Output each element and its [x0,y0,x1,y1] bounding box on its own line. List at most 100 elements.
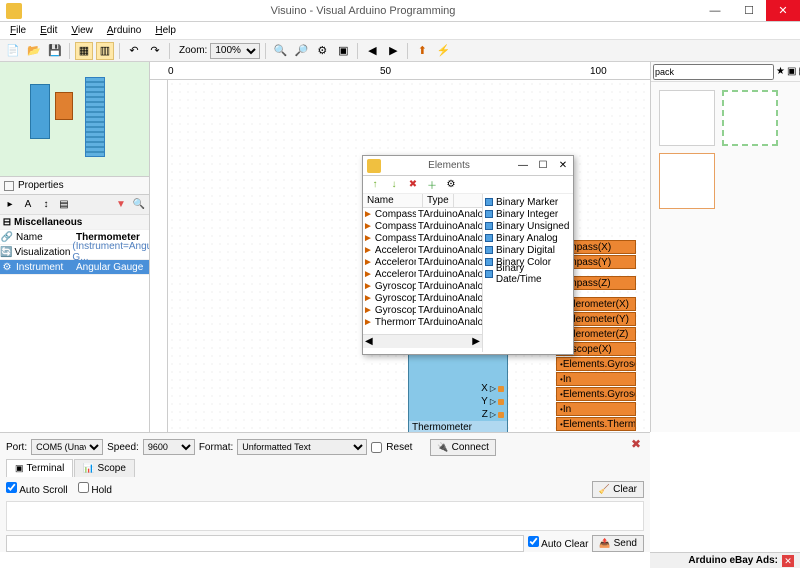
property-category[interactable]: ⊟Miscellaneous [0,215,149,230]
terminal-close-icon[interactable]: ✖ [628,437,644,453]
tree-item[interactable]: Binary Digital [485,244,571,256]
nav-right-icon[interactable]: ▶ [384,42,402,60]
elem-config-icon[interactable]: ⚙ [443,177,459,193]
upload-icon[interactable]: ⬆ [413,42,431,60]
nav-left-icon[interactable]: ◀ [363,42,381,60]
new-icon[interactable]: 📄 [4,42,22,60]
port-select[interactable]: COM5 (Unav [31,439,103,455]
clear-button[interactable]: 🧹 Clear [592,481,644,498]
elements-row[interactable]: ►Compass(X)TArduinoAnalogBi [363,208,482,220]
elements-row[interactable]: ►Compass(Z)TArduinoAnalogBi [363,232,482,244]
right-toolbar: ★ ▣ ▤ ▥ [651,62,800,82]
tree-item[interactable]: Binary Date/Time [485,268,571,280]
hold-option[interactable]: Hold [78,482,112,496]
output-pin[interactable]: •Elements.Gyroscope(Z) [556,387,636,401]
pin-z[interactable]: Z ▷ [409,408,507,421]
elements-row[interactable]: ►Compass(Y)TArduinoAnalogBi [363,220,482,232]
elements-row[interactable]: ►Gyroscope(X)TArduinoAnalogBi [363,280,482,292]
props-search-icon[interactable]: 🔍 [131,197,147,213]
tab-scope[interactable]: 📊 Scope [74,459,135,477]
settings-icon[interactable]: ⚙ [313,42,331,60]
toggle-a-icon[interactable]: ▦ [75,42,93,60]
tree-item[interactable]: Binary Marker [485,196,571,208]
autoclear-checkbox[interactable] [528,536,539,547]
props-b-icon[interactable]: ↕ [38,197,54,213]
zoomout-icon[interactable]: 🔎 [292,42,310,60]
output-pin[interactable]: •In [556,402,636,416]
props-filter-icon[interactable]: ▼ [113,197,129,213]
undo-icon[interactable]: ↶ [125,42,143,60]
elem-delete-icon[interactable]: ✖ [405,177,421,193]
preview-thumbnail[interactable] [0,62,149,177]
elements-row[interactable]: ►Gyroscope(Y)TArduinoAnalogBi [363,292,482,304]
pin-x[interactable]: X ▷ [409,382,507,395]
palette-search[interactable] [653,64,774,80]
elements-row[interactable]: ►Accelerometer(X)TArduinoAnalogBi [363,244,482,256]
menu-edit[interactable]: Edit [34,24,63,37]
save-icon[interactable]: 💾 [46,42,64,60]
hold-checkbox[interactable] [78,482,89,493]
props-expand-icon[interactable]: ▸ [2,197,18,213]
menu-view[interactable]: View [65,24,99,37]
send-button[interactable]: 📤 Send [592,535,644,552]
elements-close[interactable]: ✕ [553,160,573,171]
col-name[interactable]: Name [363,194,423,207]
menu-arduino[interactable]: Arduino [101,24,147,37]
tab-terminal[interactable]: ▣ Terminal [6,459,73,477]
output-pin[interactable]: •Elements.Gyroscope(Y) [556,357,636,371]
close-button[interactable]: ✕ [766,0,800,21]
elements-titlebar[interactable]: Elements — ☐ ✕ [363,156,573,176]
elements-row[interactable]: ►Accelerometer(Z)TArduinoAnalogBi [363,268,482,280]
props-a-icon[interactable]: A [20,197,36,213]
connect-button[interactable]: 🔌 Connect [430,439,495,456]
terminal-output[interactable] [6,501,644,531]
col-type[interactable]: Type [423,194,454,207]
property-row-selected[interactable]: ⚙ Instrument Angular Gauge [0,260,149,275]
pin-y[interactable]: Y ▷ [409,395,507,408]
palette-item[interactable] [659,90,715,146]
menu-help[interactable]: Help [149,24,182,37]
tree-item[interactable]: Binary Integer [485,208,571,220]
star-icon[interactable]: ★ [776,64,785,80]
zoom-select[interactable]: 100% [210,43,260,59]
redo-icon[interactable]: ↷ [146,42,164,60]
toggle-b-icon[interactable]: ▥ [96,42,114,60]
ruler-vertical [150,80,168,432]
properties-tab[interactable]: Properties [0,177,149,195]
autoclear-option[interactable]: Auto Clear [528,536,588,550]
reset-checkbox[interactable] [371,442,382,453]
elements-row[interactable]: ►ThermometerTArduinoAnalogBi [363,316,482,328]
maximize-button[interactable]: ☐ [732,0,766,21]
tree-item[interactable]: Binary Analog [485,232,571,244]
elem-up-icon[interactable]: ↑ [367,177,383,193]
elements-row[interactable]: ►Accelerometer(Y)TArduinoAnalogBi [363,256,482,268]
elem-down-icon[interactable]: ↓ [386,177,402,193]
elem-add-icon[interactable]: ＋ [424,177,440,193]
output-pin[interactable]: •In [556,372,636,386]
palette-item[interactable] [659,153,715,209]
elements-row[interactable]: ►Gyroscope(Z)TArduinoAnalogBi [363,304,482,316]
build-icon[interactable]: ⚡ [434,42,452,60]
property-row[interactable]: 🔄 Visualization (Instrument=Angular G... [0,245,149,260]
elements-window[interactable]: Elements — ☐ ✕ ↑ ↓ ✖ ＋ ⚙ Name Type ►Comp… [362,155,574,355]
footer-close-icon[interactable]: ✕ [782,555,794,567]
elements-scrollbar[interactable]: ◀▶ [363,334,482,348]
tree-item[interactable]: Binary Unsigned [485,220,571,232]
props-c-icon[interactable]: ▤ [56,197,72,213]
minimize-button[interactable]: — [698,0,732,21]
elements-icon [367,159,381,173]
palette-item[interactable] [722,90,778,146]
elements-maximize[interactable]: ☐ [533,160,553,171]
format-select[interactable]: Unformatted Text [237,439,367,455]
autoscroll-checkbox[interactable] [6,482,17,493]
output-pin[interactable]: •Elements.Thermometer [556,417,636,431]
zoomin-icon[interactable]: 🔍 [271,42,289,60]
speed-select[interactable]: 9600 [143,439,195,455]
terminal-input[interactable] [6,535,524,552]
palette-a-icon[interactable]: ▣ [787,64,796,80]
autoscroll-option[interactable]: Auto Scroll [6,482,68,496]
component-icon[interactable]: ▣ [334,42,352,60]
elements-minimize[interactable]: — [513,160,533,171]
open-icon[interactable]: 📂 [25,42,43,60]
menu-file[interactable]: File [4,24,32,37]
